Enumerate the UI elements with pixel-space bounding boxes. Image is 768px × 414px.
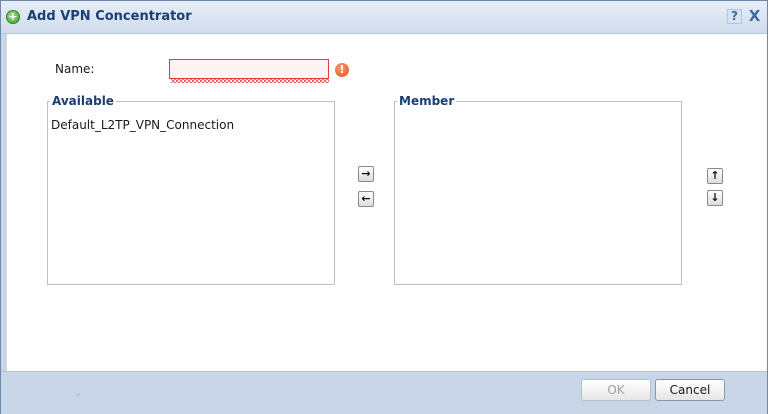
move-down-button[interactable]: ↓	[707, 190, 723, 206]
left-frame-stripe	[1, 34, 7, 371]
list-item[interactable]: Default_L2TP_VPN_Connection	[51, 118, 234, 132]
arrow-down-icon: ↓	[710, 191, 720, 204]
name-input[interactable]	[169, 59, 329, 79]
error-icon: !	[335, 63, 349, 77]
arrow-right-icon: →	[361, 167, 371, 180]
arrow-up-icon: ↑	[710, 169, 720, 182]
title-bar: + Add VPN Concentrator ? X	[1, 1, 767, 34]
cancel-button[interactable]: Cancel	[655, 379, 725, 401]
member-legend: Member	[397, 94, 457, 108]
member-list[interactable]: Member	[394, 94, 682, 285]
chevron-down-icon: ⌄	[73, 386, 83, 399]
close-button[interactable]: X	[747, 9, 762, 24]
add-vpn-concentrator-dialog: + Add VPN Concentrator ? X Name: ! Avail…	[0, 0, 768, 414]
move-up-button[interactable]: ↑	[707, 168, 723, 184]
remove-from-member-button[interactable]: ←	[358, 191, 374, 207]
dialog-footer: ⌄ OK Cancel	[1, 371, 767, 414]
add-icon: +	[6, 10, 20, 24]
add-to-member-button[interactable]: →	[358, 166, 374, 182]
help-button[interactable]: ?	[727, 9, 742, 24]
name-error-underline	[171, 79, 329, 83]
dialog-title: Add VPN Concentrator	[27, 9, 192, 24]
available-list[interactable]: Available Default_L2TP_VPN_Connection	[47, 94, 335, 285]
arrow-left-icon: ←	[361, 192, 371, 205]
ok-button[interactable]: OK	[581, 379, 651, 401]
name-label: Name:	[55, 62, 95, 76]
available-legend: Available	[50, 94, 116, 108]
